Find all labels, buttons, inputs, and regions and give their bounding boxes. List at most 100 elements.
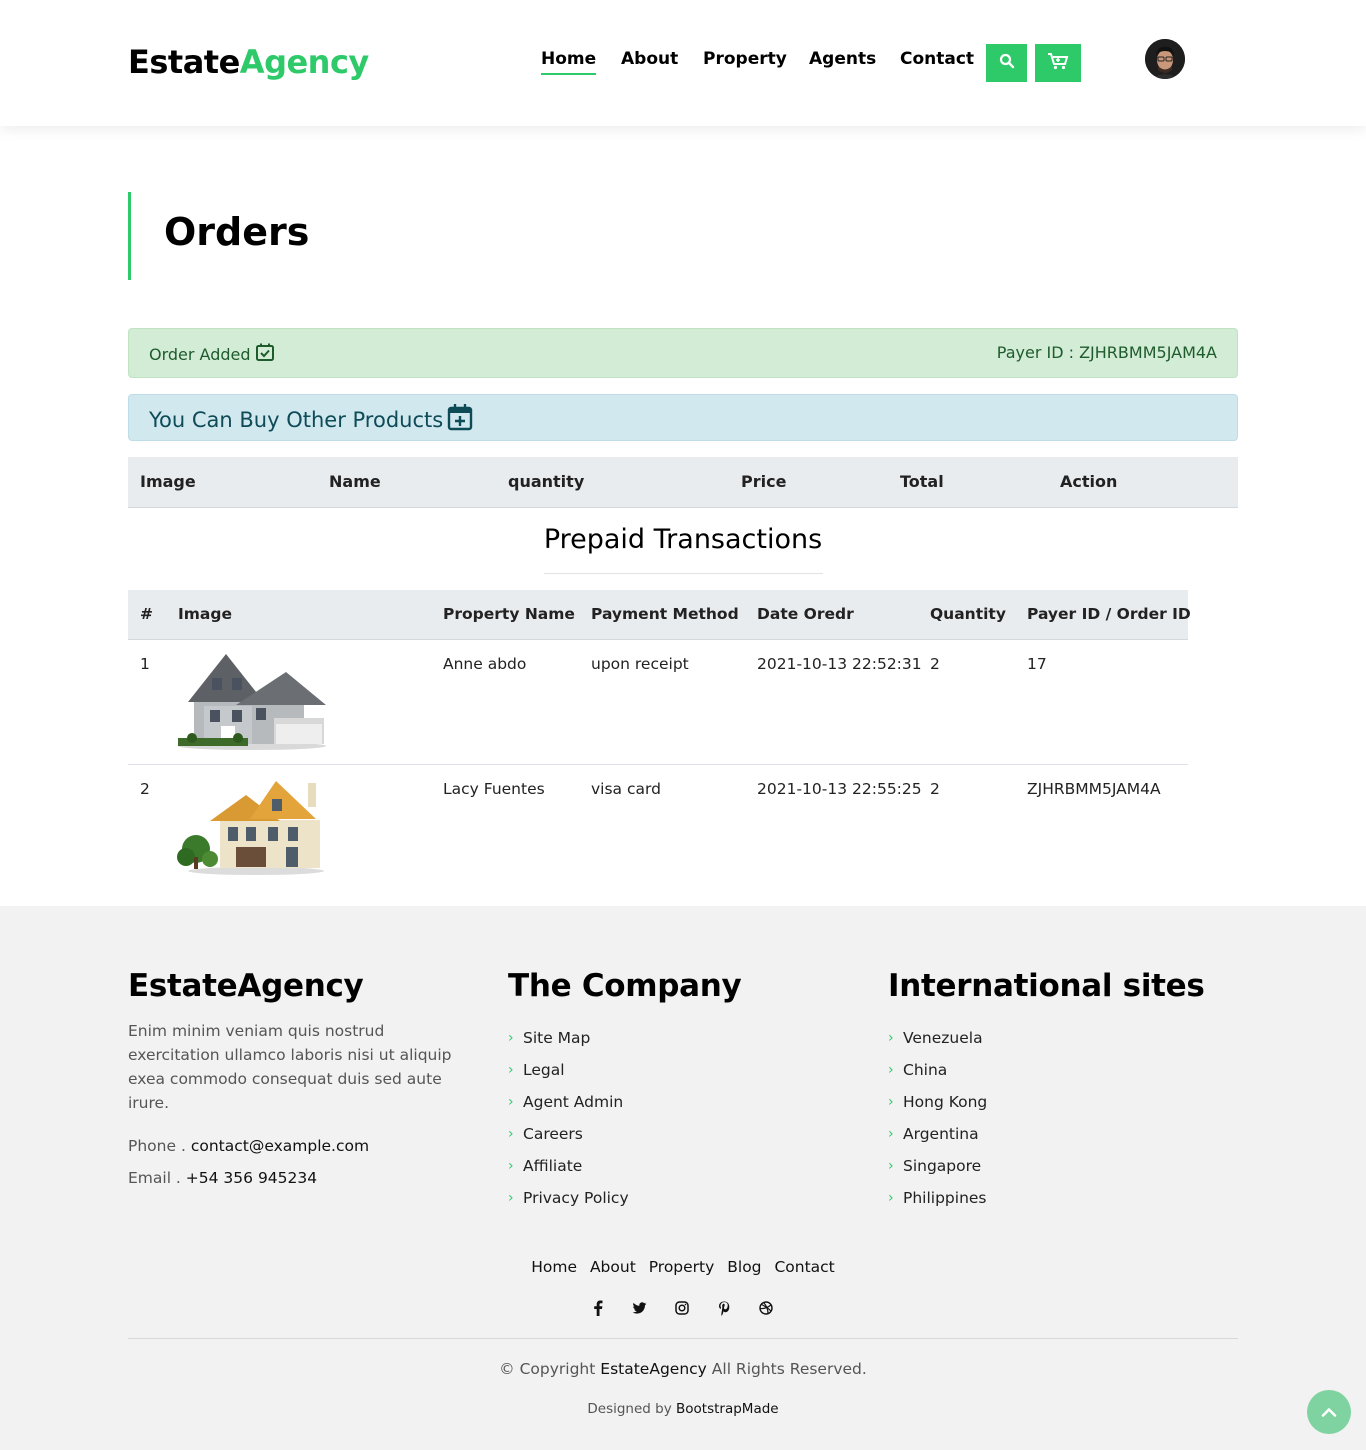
nav-property[interactable]: Property xyxy=(703,46,787,72)
chevron-right-icon: › xyxy=(888,1158,894,1174)
intl-link[interactable]: › Singapore xyxy=(888,1150,987,1182)
chevron-right-icon: › xyxy=(888,1062,894,1078)
tx-col-quantity: Quantity xyxy=(930,605,1006,623)
row-number: 1 xyxy=(140,655,150,673)
nav-agents[interactable]: Agents xyxy=(809,46,876,72)
footer-nav-property[interactable]: Property xyxy=(649,1258,715,1276)
footer-brand: EstateAgency xyxy=(128,968,364,1004)
designed-brand-link[interactable]: BootstrapMade xyxy=(676,1401,779,1417)
order-added-alert: Order Added Payer ID : ZJHRBMM5JAM4A xyxy=(128,328,1238,378)
nav-about[interactable]: About xyxy=(621,46,678,72)
chevron-right-icon: › xyxy=(508,1126,514,1142)
cart-col-name: Name xyxy=(329,472,381,491)
cart-col-price: Price xyxy=(741,472,787,491)
company-link[interactable]: › Legal xyxy=(508,1054,629,1086)
footer-nav-home[interactable]: Home xyxy=(531,1258,577,1276)
chevron-right-icon: › xyxy=(888,1030,894,1046)
tx-col-payer: Payer ID / Order ID xyxy=(1027,605,1191,623)
nav-contact[interactable]: Contact xyxy=(900,46,974,72)
prepaid-divider xyxy=(544,573,823,574)
avatar[interactable] xyxy=(1145,39,1185,79)
email-value[interactable]: +54 356 945234 xyxy=(186,1169,317,1187)
order-date: 2021-10-13 22:52:31 xyxy=(757,655,922,673)
chevron-right-icon: › xyxy=(888,1126,894,1142)
row-number: 2 xyxy=(140,780,150,798)
calendar-plus-icon xyxy=(447,403,473,436)
search-button[interactable] xyxy=(986,44,1027,82)
brand-logo[interactable]: EstateAgency xyxy=(128,42,369,82)
phone-label: Phone . xyxy=(128,1137,186,1155)
tx-col-image: Image xyxy=(178,605,232,623)
footer-nav-blog[interactable]: Blog xyxy=(727,1258,761,1276)
copyright-prefix: © Copyright xyxy=(499,1360,596,1378)
prepaid-title: Prepaid Transactions xyxy=(543,524,823,555)
intl-link[interactable]: › Philippines xyxy=(888,1182,987,1214)
chevron-right-icon: › xyxy=(508,1094,514,1110)
back-to-top-button[interactable] xyxy=(1307,1390,1351,1434)
chevron-right-icon: › xyxy=(508,1062,514,1078)
designed-prefix: Designed by xyxy=(587,1401,672,1417)
payer-id-text: Payer ID : ZJHRBMM5JAM4A xyxy=(996,343,1217,362)
company-links: › Site Map › Legal › Agent Admin › Careers ›… xyxy=(508,1022,629,1214)
tx-table-header: # Image Property Name Payment Method Dat… xyxy=(128,590,1191,640)
chevron-right-icon: › xyxy=(888,1094,894,1110)
buy-other-products-alert: You Can Buy Other Products xyxy=(128,394,1238,441)
intl-link[interactable]: › Venezuela xyxy=(888,1022,987,1054)
calendar-check-icon xyxy=(255,342,275,366)
dribbble-icon[interactable] xyxy=(757,1298,775,1318)
table-row: 1 Anne abdo upon receipt 2021-10-13 22:5… xyxy=(128,640,1188,765)
cart-col-total: Total xyxy=(900,472,944,491)
facebook-icon[interactable] xyxy=(589,1298,607,1318)
nav-home[interactable]: Home xyxy=(541,46,597,75)
social-links xyxy=(589,1298,779,1322)
footer-nav-about[interactable]: About xyxy=(590,1258,636,1276)
tx-col-property: Property Name xyxy=(443,605,575,623)
intl-link[interactable]: › Hong Kong xyxy=(888,1086,987,1118)
company-title: The Company xyxy=(508,968,742,1004)
order-date: 2021-10-13 22:55:25 xyxy=(757,780,922,798)
site-header: EstateAgency Home About Property Agents … xyxy=(0,0,1366,126)
site-footer: EstateAgency Enim minim veniam quis nost… xyxy=(0,906,1366,1450)
cart-icon xyxy=(1047,52,1069,74)
search-icon xyxy=(999,53,1015,73)
company-link[interactable]: › Agent Admin xyxy=(508,1086,629,1118)
company-link[interactable]: › Careers xyxy=(508,1118,629,1150)
intl-links: › Venezuela › China › Hong Kong › Argentina … xyxy=(888,1022,987,1214)
cart-col-quantity: quantity xyxy=(508,472,585,491)
chevron-up-icon xyxy=(1321,1403,1337,1422)
pinterest-icon[interactable] xyxy=(715,1298,733,1318)
property-name: Anne abdo xyxy=(443,655,527,673)
footer-phone: Phone . contact@example.com xyxy=(128,1137,369,1155)
company-link[interactable]: › Privacy Policy xyxy=(508,1182,629,1214)
twitter-icon[interactable] xyxy=(630,1298,648,1318)
intl-link[interactable]: › China xyxy=(888,1054,987,1086)
property-image xyxy=(176,650,328,750)
footer-description: Enim minim veniam quis nostrud exercitat… xyxy=(128,1022,452,1112)
property-name: Lacy Fuentes xyxy=(443,780,545,798)
company-link[interactable]: › Affiliate xyxy=(508,1150,629,1182)
tx-col-date: Date Oredr xyxy=(757,605,854,623)
copyright-brand: EstateAgency xyxy=(600,1360,707,1378)
intl-title: International sites xyxy=(888,968,1205,1004)
buy-other-label[interactable]: You Can Buy Other Products xyxy=(149,408,443,432)
instagram-icon[interactable] xyxy=(673,1298,691,1318)
brand-part2: Agency xyxy=(239,43,369,81)
tx-col-method: Payment Method xyxy=(591,605,739,623)
table-row: 2 Lacy Fuentes visa card 2021-10-13 22:5… xyxy=(128,765,1188,890)
cart-col-image: Image xyxy=(140,472,196,491)
order-added-label: Order Added xyxy=(149,344,251,364)
property-image xyxy=(176,775,328,875)
quantity: 2 xyxy=(930,655,940,673)
copyright-suffix: All Rights Reserved. xyxy=(711,1360,867,1378)
intl-link[interactable]: › Argentina xyxy=(888,1118,987,1150)
cart-col-action: Action xyxy=(1060,472,1118,491)
email-label: Email . xyxy=(128,1169,181,1187)
company-link[interactable]: › Site Map xyxy=(508,1022,629,1054)
cart-button[interactable] xyxy=(1035,44,1081,82)
footer-nav-contact[interactable]: Contact xyxy=(774,1258,834,1276)
payment-method: upon receipt xyxy=(591,655,689,673)
page-title: Orders xyxy=(164,210,310,254)
footer-nav: Home About Property Blog Contact xyxy=(0,1258,1366,1276)
payer-id: 17 xyxy=(1027,655,1047,673)
phone-value[interactable]: contact@example.com xyxy=(191,1137,369,1155)
